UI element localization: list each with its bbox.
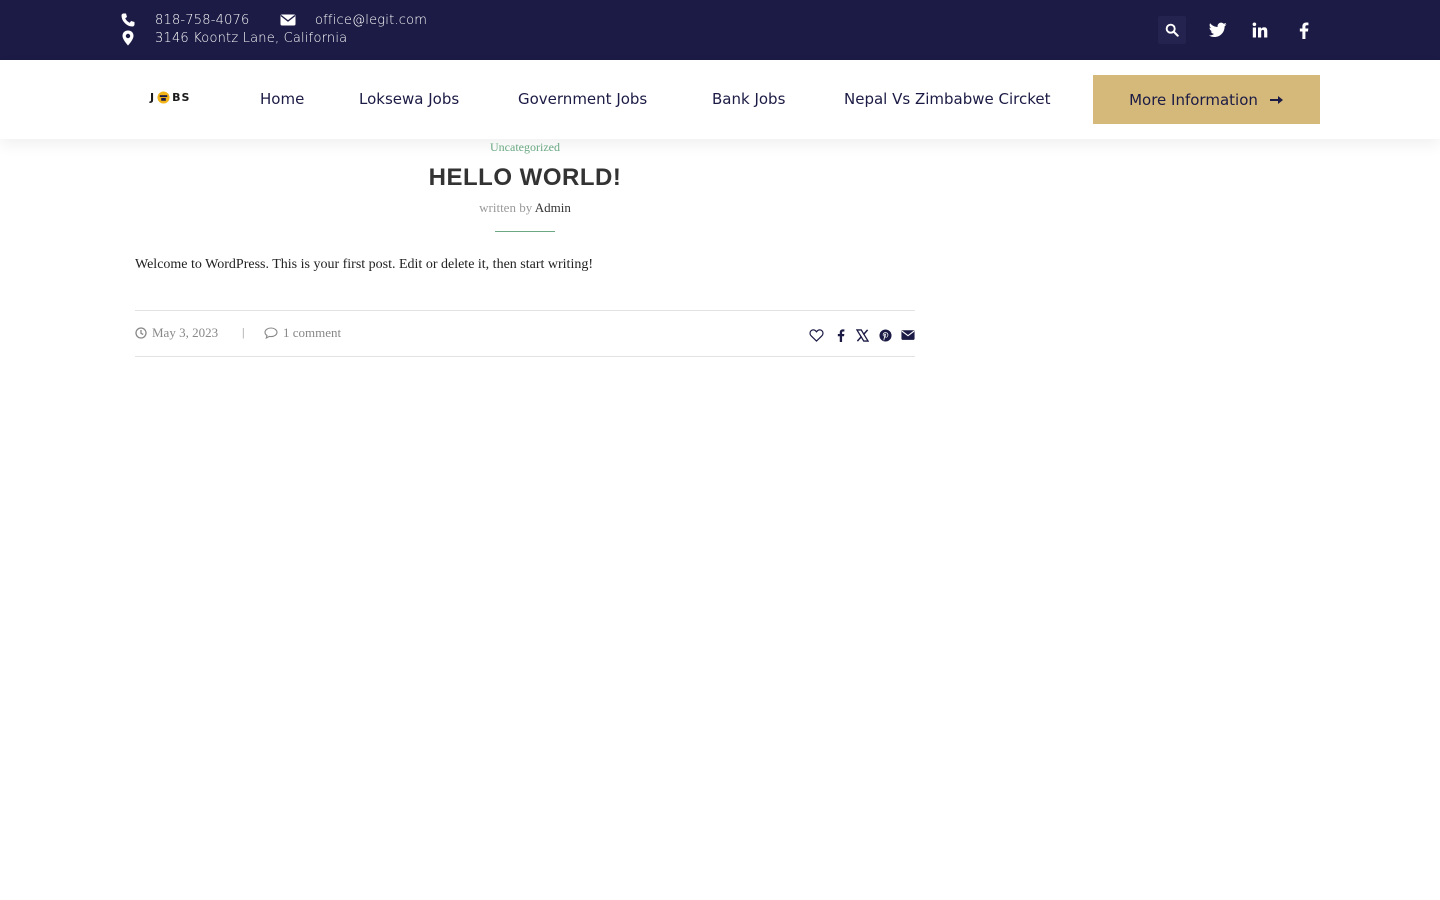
meta-separator: | [242, 325, 245, 339]
top-bar: 818-758-4076 office@legit.com 3146 Koont… [0, 0, 1440, 60]
twitter-link[interactable] [1204, 16, 1232, 44]
phone-icon [121, 13, 135, 27]
linkedin-icon [1252, 22, 1268, 38]
site-logo[interactable]: J BS [150, 91, 190, 104]
written-by-label: written by [479, 200, 533, 215]
post-comments-link[interactable]: 1 comment [264, 325, 341, 341]
post-date: May 3, 2023 [135, 325, 218, 341]
linkedin-link[interactable] [1246, 16, 1274, 44]
nav-item-loksewa-jobs[interactable]: Loksewa Jobs [359, 90, 459, 108]
logo-emblem-icon [157, 91, 170, 104]
phone-contact[interactable]: 818-758-4076 [120, 12, 250, 28]
arrow-right-icon [1269, 95, 1283, 104]
main-navigation: J BS Home Loksewa Jobs Government Jobs B… [0, 60, 1440, 139]
email-address: office@legit.com [315, 12, 428, 28]
comment-icon [264, 327, 278, 339]
post-category[interactable]: Uncategorized [0, 140, 1050, 155]
share-x-button[interactable] [854, 327, 870, 343]
post-date-text: May 3, 2023 [152, 325, 219, 340]
facebook-icon [837, 328, 845, 342]
facebook-link[interactable] [1290, 16, 1318, 44]
share-email-button[interactable] [900, 327, 916, 343]
post-comments-text: 1 comment [283, 325, 342, 340]
like-button[interactable] [808, 327, 824, 343]
author-link[interactable]: Admin [535, 200, 571, 215]
nav-item-home[interactable]: Home [260, 90, 304, 108]
address-text: 3146 Koontz Lane, California [155, 30, 348, 46]
facebook-icon [1299, 21, 1309, 39]
meta-divider-top [135, 310, 915, 311]
search-icon [1165, 23, 1179, 37]
logo-text-right: BS [172, 91, 191, 104]
share-pinterest-button[interactable] [877, 327, 893, 343]
more-information-button[interactable]: More Information [1093, 75, 1320, 124]
nav-item-government-jobs[interactable]: Government Jobs [518, 90, 647, 108]
post-content: Welcome to WordPress. This is your first… [135, 257, 593, 272]
title-divider [495, 231, 555, 232]
twitter-icon [1209, 22, 1227, 38]
x-icon [855, 328, 869, 342]
heart-icon [808, 328, 824, 342]
envelope-icon [901, 330, 915, 340]
meta-divider-bottom [135, 356, 915, 357]
nav-item-bank-jobs[interactable]: Bank Jobs [712, 90, 785, 108]
phone-number: 818-758-4076 [155, 12, 250, 28]
share-facebook-button[interactable] [833, 327, 849, 343]
map-marker-icon [122, 30, 134, 46]
envelope-icon [280, 14, 296, 26]
logo-text-left: J [150, 91, 156, 104]
email-contact[interactable]: office@legit.com [280, 12, 427, 28]
address-contact: 3146 Koontz Lane, California [120, 30, 347, 46]
nav-item-nepal-vs-zimbabwe[interactable]: Nepal Vs Zimbabwe Circket [844, 90, 1050, 108]
clock-icon [135, 327, 147, 339]
pinterest-icon [878, 328, 892, 342]
more-information-label: More Information [1129, 90, 1258, 109]
post-title[interactable]: HELLO WORLD! [0, 164, 1050, 192]
post-byline: written by Admin [0, 200, 1050, 216]
search-button[interactable] [1158, 16, 1186, 44]
